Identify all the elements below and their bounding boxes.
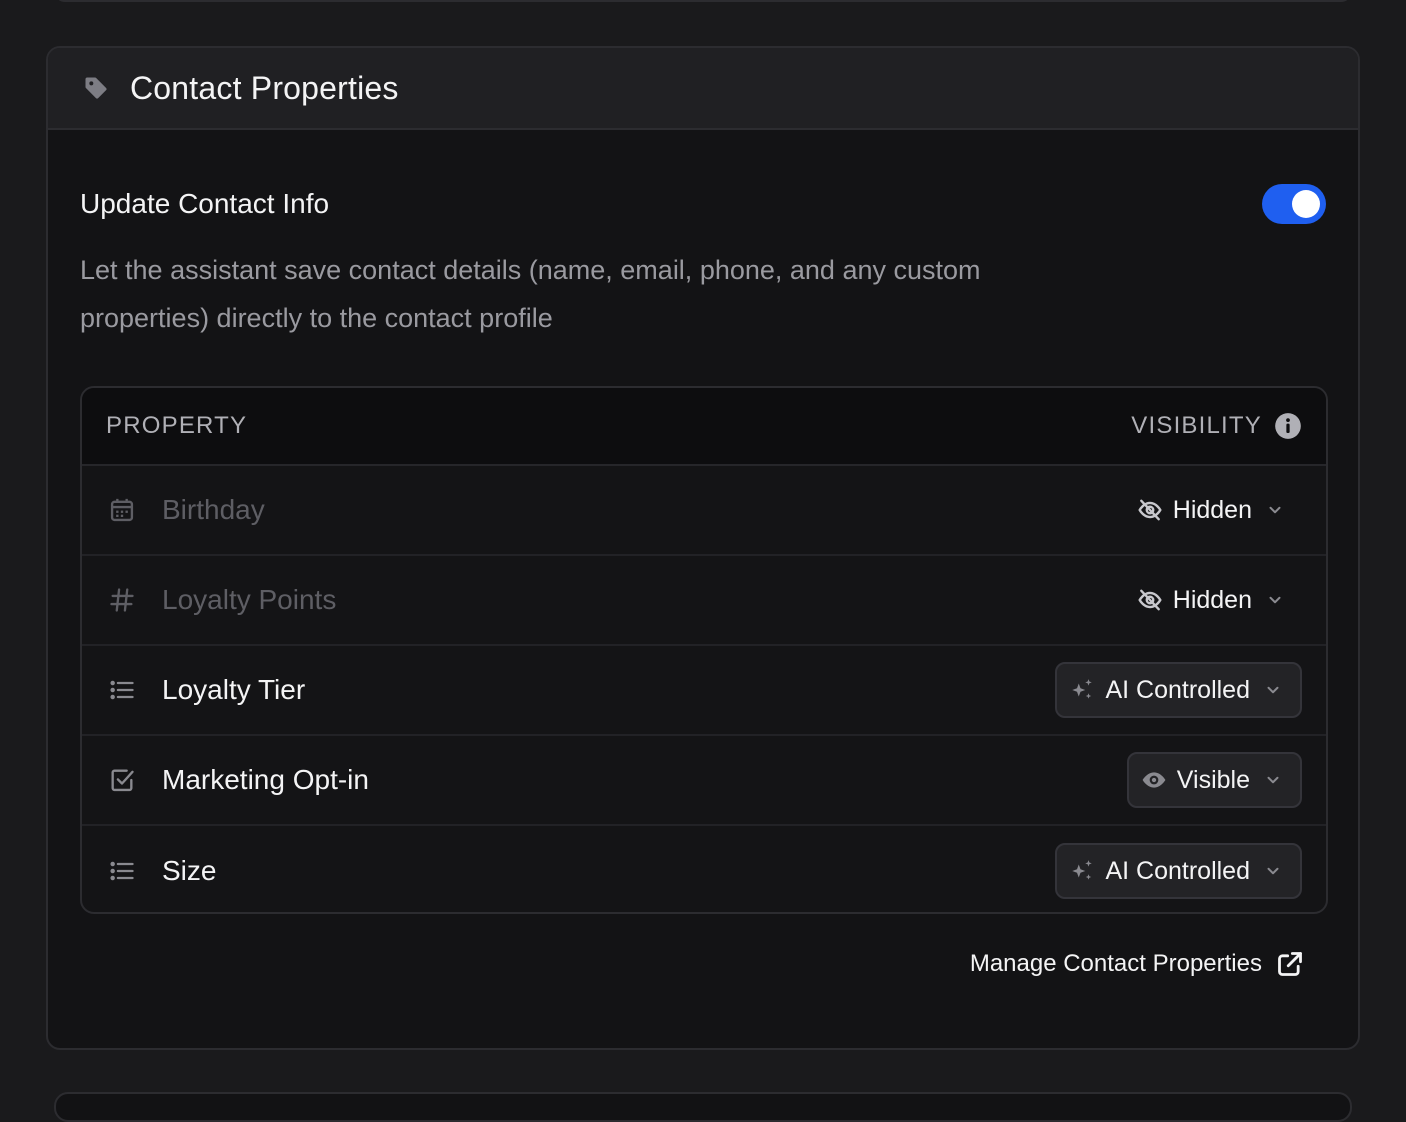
toggle-knob: [1292, 190, 1320, 218]
row-left: Marketing Opt-in: [106, 764, 369, 796]
row-left: Loyalty Tier: [106, 674, 305, 706]
card-header: Contact Properties: [48, 48, 1358, 130]
chevron-down-icon: [1266, 591, 1284, 609]
update-contact-info-toggle[interactable]: [1262, 184, 1326, 224]
tag-icon: [82, 74, 110, 102]
next-card-edge: [54, 1092, 1352, 1122]
card-title: Contact Properties: [130, 69, 399, 106]
checkbox-icon: [106, 764, 138, 796]
row-left: Size: [106, 855, 216, 887]
visibility-select-loyalty-tier[interactable]: AI Controlled: [1055, 662, 1302, 718]
update-contact-info-row: Update Contact Info: [80, 184, 1326, 224]
eye-icon: [1141, 767, 1167, 793]
property-name: Marketing Opt-in: [162, 764, 369, 795]
chevron-down-icon: [1266, 501, 1284, 519]
external-link-icon: [1276, 950, 1304, 978]
setting-description: Let the assistant save contact details (…: [80, 255, 981, 333]
manage-link-label: Manage Contact Properties: [969, 950, 1262, 977]
property-name: Loyalty Points: [162, 584, 337, 615]
calendar-icon: [106, 494, 138, 526]
visibility-value: Hidden: [1172, 495, 1252, 524]
column-header-visibility-wrap: VISIBILITY: [1131, 412, 1302, 440]
row-left: Loyalty Points: [106, 584, 336, 616]
list-icon: [106, 855, 138, 887]
table-row: Size AI Controlled: [82, 826, 1326, 912]
visibility-value: AI Controlled: [1105, 675, 1250, 704]
property-name: Birthday: [162, 494, 265, 525]
properties-table: PROPERTY VISIBILITY Birthday Hidden Loya…: [80, 386, 1328, 914]
row-left: Birthday: [106, 494, 265, 526]
property-name: Loyalty Tier: [162, 674, 306, 705]
manage-contact-properties-link[interactable]: Manage Contact Properties: [970, 950, 1304, 978]
visibility-value: Hidden: [1172, 585, 1252, 614]
hash-icon: [106, 584, 138, 616]
table-row: Loyalty Points Hidden: [82, 556, 1326, 646]
chevron-down-icon: [1264, 862, 1282, 880]
info-icon[interactable]: [1274, 412, 1302, 440]
property-name: Size: [162, 855, 217, 886]
visibility-value: AI Controlled: [1105, 856, 1250, 885]
chevron-down-icon: [1264, 681, 1282, 699]
visibility-select-size[interactable]: AI Controlled: [1055, 843, 1302, 899]
eye-off-icon: [1137, 497, 1163, 523]
chevron-down-icon: [1264, 771, 1282, 789]
visibility-select-loyalty-points[interactable]: Hidden: [1137, 573, 1302, 627]
column-header-property: PROPERTY: [106, 412, 248, 439]
visibility-select-birthday[interactable]: Hidden: [1137, 483, 1302, 537]
contact-properties-card: Contact Properties Update Contact Info L…: [46, 46, 1360, 1050]
previous-card-edge: [54, 0, 1352, 2]
column-header-visibility: VISIBILITY: [1131, 412, 1262, 439]
eye-off-icon: [1137, 587, 1163, 613]
visibility-value: Visible: [1176, 765, 1250, 794]
table-row: Marketing Opt-in Visible: [82, 736, 1326, 826]
table-header: PROPERTY VISIBILITY: [82, 388, 1326, 466]
visibility-select-marketing-opt-in[interactable]: Visible: [1126, 752, 1302, 808]
setting-title: Update Contact Info: [80, 188, 330, 219]
list-icon: [106, 674, 138, 706]
table-row: Birthday Hidden: [82, 466, 1326, 556]
sparkles-icon: [1069, 858, 1095, 884]
sparkles-icon: [1069, 677, 1095, 703]
table-row: Loyalty Tier AI Controlled: [82, 646, 1326, 736]
